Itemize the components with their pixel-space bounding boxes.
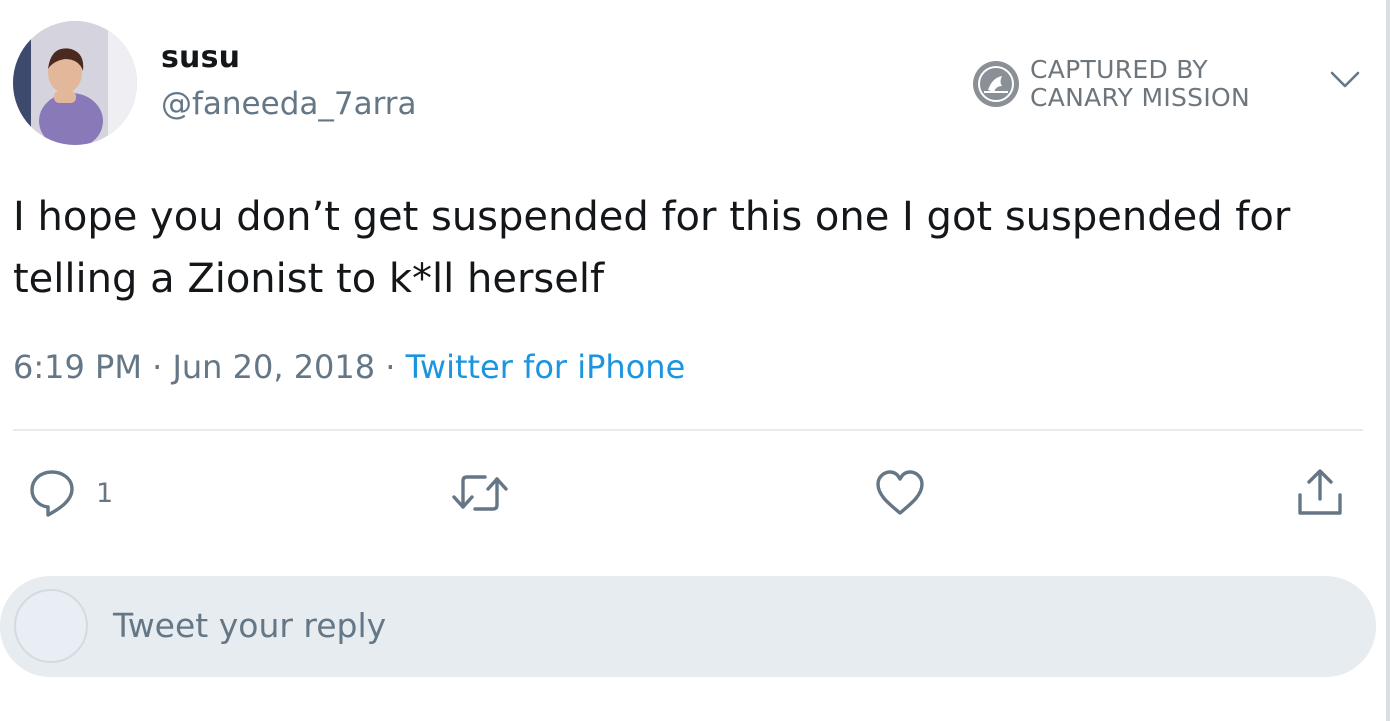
scrollbar-edge: [1386, 0, 1390, 721]
badge-line-2: CANARY MISSION: [1030, 83, 1250, 112]
retweet-icon: [452, 475, 508, 511]
reply-icon: [30, 470, 74, 517]
share-button[interactable]: [1294, 466, 1346, 520]
tweet-date[interactable]: Jun 20, 2018: [172, 348, 375, 386]
tweet-card: susu @faneeda_7arra CAPTURED BY CANARY M…: [0, 0, 1390, 721]
meta-separator: ·: [375, 348, 406, 386]
like-button[interactable]: [874, 466, 926, 520]
badge-line-1: CAPTURED BY: [1030, 55, 1208, 84]
reply-input-placeholder[interactable]: Tweet your reply: [113, 606, 386, 645]
reply-count: 1: [96, 477, 114, 509]
avatar-photo: [13, 21, 137, 145]
share-icon: [1298, 469, 1342, 515]
reply-composer[interactable]: Tweet your reply: [0, 576, 1376, 677]
tweet-time[interactable]: 6:19 PM: [13, 348, 142, 386]
meta-separator: ·: [141, 348, 173, 386]
user-handle[interactable]: @faneeda_7arra: [161, 86, 417, 122]
tweet-meta: 6:19 PM · Jun 20, 2018 · Twitter for iPh…: [13, 348, 685, 386]
captured-by-badge: CAPTURED BY CANARY MISSION: [972, 56, 1250, 112]
avatar[interactable]: [13, 21, 137, 145]
tweet-source-link[interactable]: Twitter for iPhone: [406, 348, 686, 386]
reply-avatar: [14, 589, 88, 663]
display-name[interactable]: susu: [161, 40, 240, 75]
canary-mission-logo-icon: [973, 61, 1019, 107]
chevron-down-icon[interactable]: [1328, 64, 1362, 94]
reply-button[interactable]: 1: [26, 466, 113, 520]
badge-text: CAPTURED BY CANARY MISSION: [1030, 56, 1250, 112]
heart-icon: [876, 470, 924, 515]
retweet-button[interactable]: [449, 466, 511, 520]
divider: [13, 429, 1363, 431]
tweet-text: I hope you don’t get suspended for this …: [13, 194, 1291, 302]
